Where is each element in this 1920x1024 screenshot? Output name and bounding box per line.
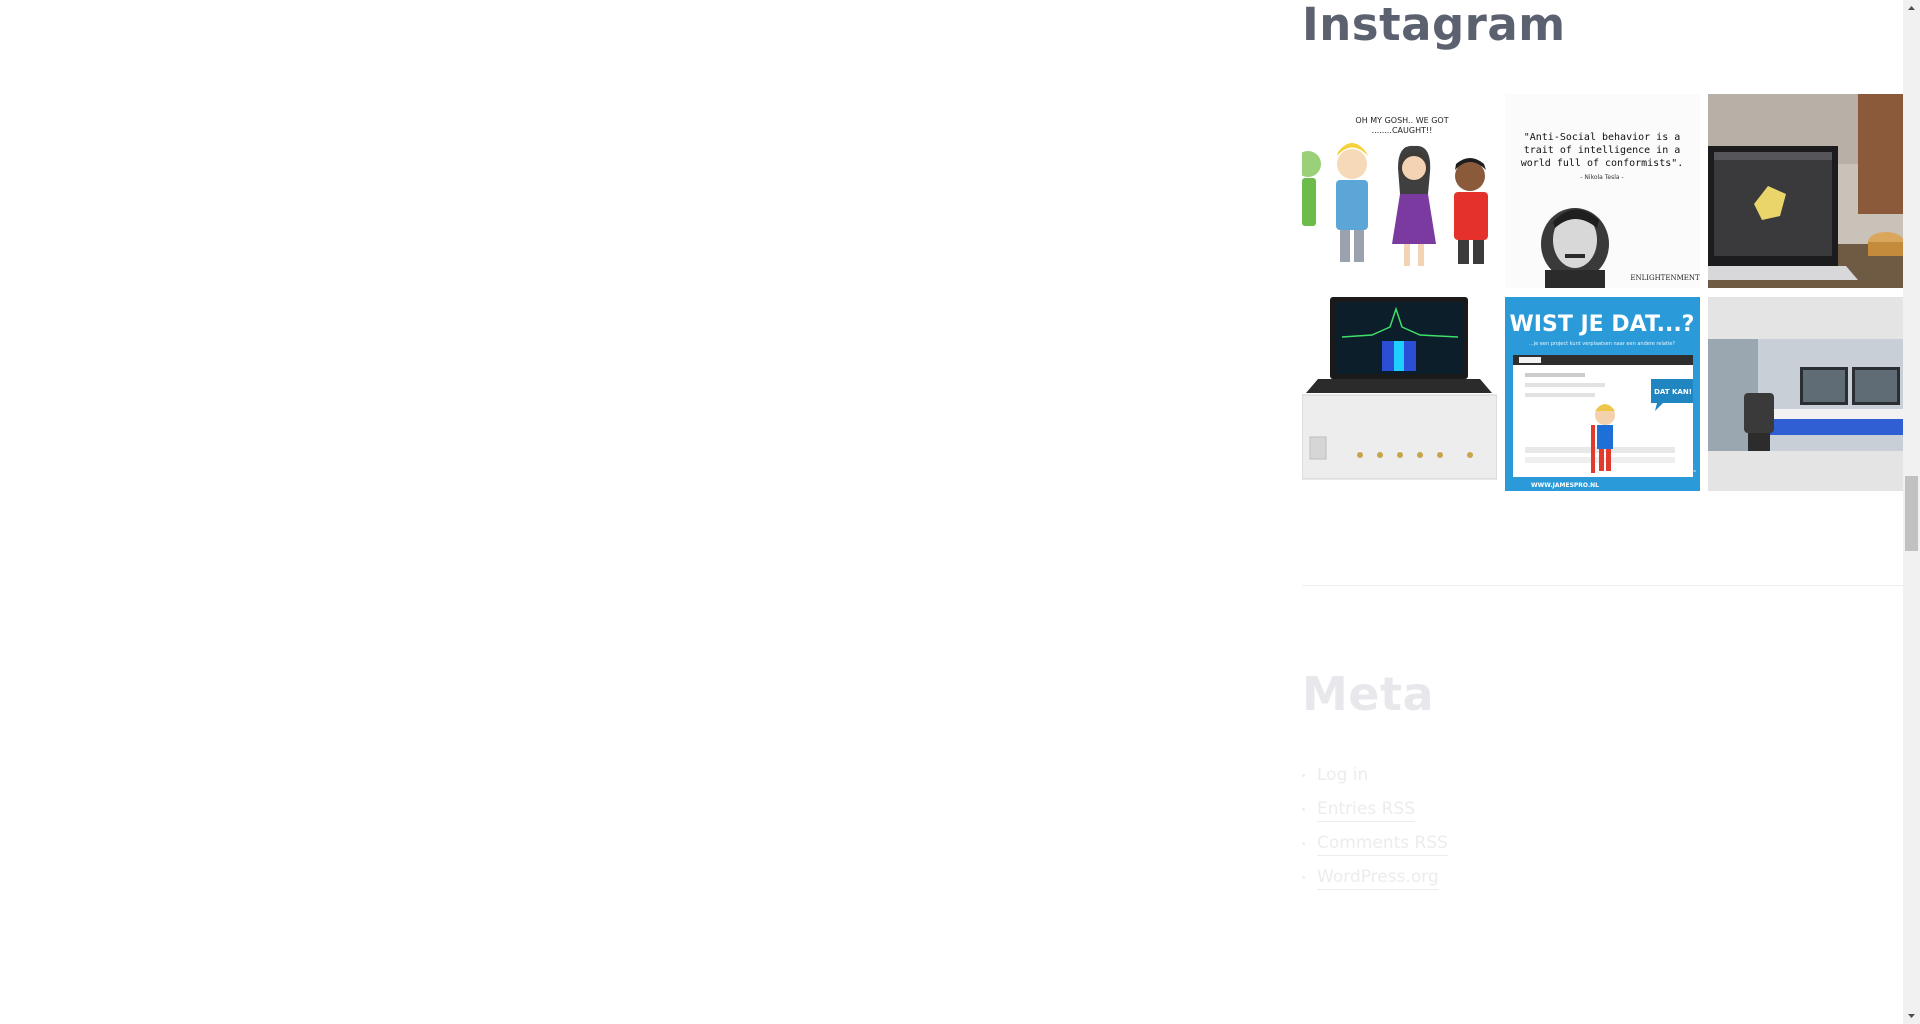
wist-je-dat-footer: WWW.JAMESPRO.NL — [1531, 482, 1599, 489]
bullet-icon — [1302, 876, 1305, 879]
tesla-quote-image: "Anti-Social behavior is a trait of inte… — [1505, 94, 1700, 288]
scroll-down-arrow-icon[interactable] — [1903, 1007, 1920, 1024]
bullet-icon — [1302, 808, 1305, 811]
cartoon-caption-line2: ........CAUGHT!! — [1372, 126, 1433, 135]
instagram-image-spectrum-analyzer[interactable] — [1302, 297, 1497, 491]
instagram-image-laptop-desk[interactable] — [1708, 94, 1903, 288]
meta-list-item: Comments RSS — [1302, 826, 1448, 860]
tesla-quote-line1: "Anti-Social behavior is a — [1524, 132, 1681, 143]
instagram-image-cartoon[interactable]: OH MY GOSH.. WE GOT ........CAUGHT!! — [1302, 94, 1497, 288]
instagram-image-tesla-quote[interactable]: "Anti-Social behavior is a trait of inte… — [1505, 94, 1700, 288]
cartoon-caption-line1: OH MY GOSH.. WE GOT — [1355, 116, 1448, 125]
page: Instagram OH MY GOSH.. WE GOT ........CA… — [0, 0, 1920, 1024]
tesla-quote-line2: trait of intelligence in a — [1524, 145, 1681, 156]
cartoon-characters-image: OH MY GOSH.. WE GOT ........CAUGHT!! — [1302, 94, 1497, 288]
meta-list-item: Log in — [1302, 758, 1448, 792]
wist-je-dat-infographic-image: WIST JE DAT...? ...je een project kunt v… — [1505, 297, 1700, 491]
entries-rss-link[interactable]: Entries RSS — [1317, 799, 1416, 822]
meta-list-item: Entries RSS — [1302, 792, 1448, 826]
instagram-widget-title: Instagram — [1302, 0, 1566, 51]
laptop-desk-image — [1708, 94, 1903, 288]
sidebar: Instagram OH MY GOSH.. WE GOT ........CA… — [1302, 0, 1903, 1024]
instagram-image-wist-je-dat[interactable]: WIST JE DAT...? ...je een project kunt v… — [1505, 297, 1700, 491]
bullet-icon — [1302, 774, 1305, 777]
scroll-up-arrow-icon[interactable] — [1903, 0, 1920, 17]
dual-monitor-desk-image — [1708, 297, 1903, 491]
tesla-quote-author: - Nikola Tesla - — [1580, 174, 1623, 181]
tesla-quote-line3: world full of conformists". — [1521, 158, 1684, 169]
wist-je-dat-brand: JAM ES- — [1665, 467, 1696, 475]
vertical-scrollbar[interactable] — [1903, 0, 1920, 1024]
wist-je-dat-subline: ...je een project kunt verplaatsen naar … — [1529, 341, 1675, 347]
tesla-image-credit: ENLIGHTENMENT — [1630, 274, 1700, 282]
scrollbar-thumb[interactable] — [1905, 476, 1918, 551]
meta-links-list: Log in Entries RSS Comments RSS WordPres… — [1302, 758, 1448, 894]
spectrum-analyzer-laptop-image — [1302, 297, 1497, 491]
meta-widget-title: Meta — [1302, 667, 1435, 721]
widget-divider — [1302, 585, 1903, 586]
comments-rss-link[interactable]: Comments RSS — [1317, 833, 1448, 856]
instagram-image-dual-monitor-desk[interactable] — [1708, 297, 1903, 491]
wordpress-org-link[interactable]: WordPress.org — [1317, 867, 1439, 890]
instagram-grid: OH MY GOSH.. WE GOT ........CAUGHT!! "An… — [1302, 94, 1903, 491]
bullet-icon — [1302, 842, 1305, 845]
meta-list-item: WordPress.org — [1302, 860, 1448, 894]
wist-je-dat-badge: DAT KAN! — [1654, 388, 1692, 396]
wist-je-dat-headline: WIST JE DAT...? — [1510, 312, 1695, 337]
log-in-link[interactable]: Log in — [1317, 765, 1368, 785]
